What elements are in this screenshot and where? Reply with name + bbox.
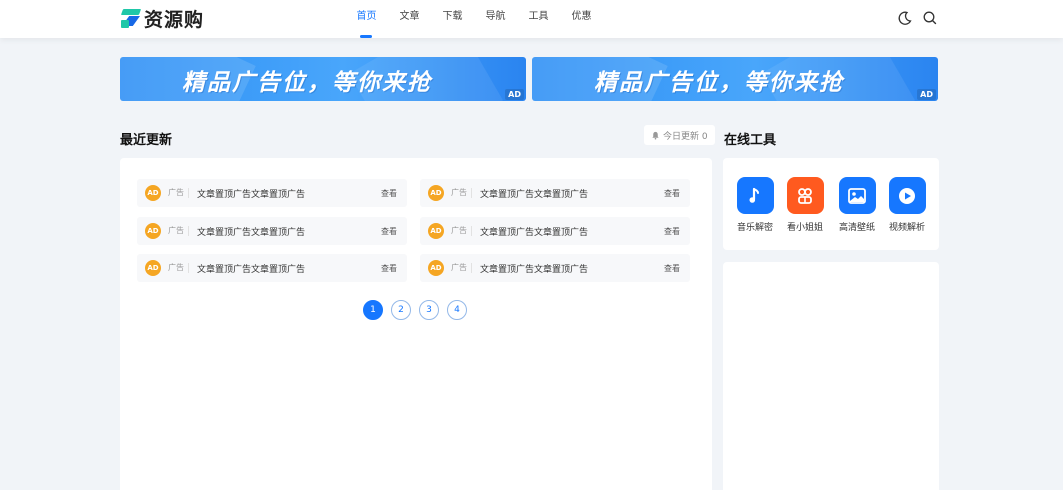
item-tag: 广告 — [168, 188, 189, 198]
dark-mode-moon-icon[interactable] — [896, 9, 914, 27]
site-logo[interactable]: 资源购 — [120, 5, 205, 31]
view-link[interactable]: 查看 — [664, 226, 680, 237]
item-tag: 广告 — [168, 226, 189, 236]
list-item[interactable]: AD 广告 文章置顶广告文章置顶广告 查看 — [137, 217, 407, 245]
top-header: 资源购 首页 文章 下载 导航 工具 优惠 — [0, 0, 1063, 38]
ad-avatar: AD — [145, 260, 161, 276]
image-icon — [838, 177, 876, 214]
list-item[interactable]: AD 广告 文章置顶广告文章置顶广告 查看 — [137, 254, 407, 282]
item-tag: 广告 — [451, 188, 472, 198]
recent-updates-panel: AD 广告 文章置顶广告文章置顶广告 查看 AD 广告 文章置顶广告文章置顶广告… — [120, 158, 712, 490]
item-title[interactable]: 文章置顶广告文章置顶广告 — [480, 262, 588, 275]
item-tag: 广告 — [451, 226, 472, 236]
view-link[interactable]: 查看 — [664, 263, 680, 274]
ad-banner-right[interactable]: 精品广告位，等你来抢 AD — [532, 57, 938, 101]
item-title[interactable]: 文章置顶广告文章置顶广告 — [197, 225, 305, 238]
logo-text: 资源购 — [144, 8, 205, 31]
tool-video-parse[interactable]: 视频解析 — [882, 177, 932, 233]
list-item[interactable]: AD 广告 文章置顶广告文章置顶广告 查看 — [137, 179, 407, 207]
ad-banner-left[interactable]: 精品广告位，等你来抢 AD — [120, 57, 526, 101]
logo-mark-icon — [120, 7, 142, 29]
view-link[interactable]: 查看 — [381, 263, 397, 274]
nav-item-downloads[interactable]: 下载 — [431, 0, 474, 38]
pagination: 1 2 3 4 — [363, 300, 475, 320]
item-title[interactable]: 文章置顶广告文章置顶广告 — [480, 187, 588, 200]
ad-badge: AD — [917, 89, 936, 100]
nav-item-tools[interactable]: 工具 — [517, 0, 560, 38]
bell-icon — [652, 131, 659, 140]
ad-avatar: AD — [428, 185, 444, 201]
view-link[interactable]: 查看 — [664, 188, 680, 199]
tool-watch-girls[interactable]: 看小姐姐 — [780, 177, 830, 233]
item-title[interactable]: 文章置顶广告文章置顶广告 — [480, 225, 588, 238]
play-icon — [888, 177, 926, 214]
list-item[interactable]: AD 广告 文章置顶广告文章置顶广告 查看 — [420, 217, 690, 245]
list-item[interactable]: AD 广告 文章置顶广告文章置顶广告 查看 — [420, 179, 690, 207]
today-updates-label: 今日更新 0 — [663, 131, 708, 142]
sidebar-widget-panel — [723, 262, 939, 490]
recent-updates-title: 最近更新 — [120, 133, 173, 148]
view-link[interactable]: 查看 — [381, 226, 397, 237]
page-button-2[interactable]: 2 — [391, 300, 411, 320]
item-tag: 广告 — [168, 263, 189, 273]
online-tools-title: 在线工具 — [724, 133, 777, 148]
item-tag: 广告 — [451, 263, 472, 273]
nav-item-articles[interactable]: 文章 — [388, 0, 431, 38]
ad-banner-text: 精品广告位，等你来抢 — [594, 70, 844, 96]
item-title[interactable]: 文章置顶广告文章置顶广告 — [197, 262, 305, 275]
ad-avatar: AD — [428, 223, 444, 239]
people-icon — [786, 177, 824, 214]
tool-label: 音乐解密 — [736, 223, 773, 233]
ad-badge: AD — [505, 89, 524, 100]
tool-label: 视频解析 — [888, 223, 925, 233]
today-updates-badge: 今日更新 0 — [644, 125, 715, 145]
main-nav: 首页 文章 下载 导航 工具 优惠 — [345, 0, 603, 38]
nav-item-deals[interactable]: 优惠 — [560, 0, 603, 38]
tool-label: 高清壁纸 — [838, 223, 875, 233]
page-button-1[interactable]: 1 — [363, 300, 383, 320]
tool-hd-wallpaper[interactable]: 高清壁纸 — [832, 177, 882, 233]
search-icon[interactable] — [921, 9, 939, 27]
nav-item-navigation[interactable]: 导航 — [474, 0, 517, 38]
ad-avatar: AD — [428, 260, 444, 276]
item-title[interactable]: 文章置顶广告文章置顶广告 — [197, 187, 305, 200]
ad-avatar: AD — [145, 223, 161, 239]
page-button-4[interactable]: 4 — [447, 300, 467, 320]
nav-item-home[interactable]: 首页 — [345, 0, 388, 38]
ad-avatar: AD — [145, 185, 161, 201]
online-tools-panel: 音乐解密 看小姐姐 高清壁纸 视频解析 — [723, 158, 939, 250]
music-note-icon — [736, 177, 774, 214]
tool-label: 看小姐姐 — [786, 223, 823, 233]
view-link[interactable]: 查看 — [381, 188, 397, 199]
list-item[interactable]: AD 广告 文章置顶广告文章置顶广告 查看 — [420, 254, 690, 282]
page-button-3[interactable]: 3 — [419, 300, 439, 320]
ad-banner-text: 精品广告位，等你来抢 — [182, 70, 432, 96]
tool-music-decrypt[interactable]: 音乐解密 — [730, 177, 780, 233]
